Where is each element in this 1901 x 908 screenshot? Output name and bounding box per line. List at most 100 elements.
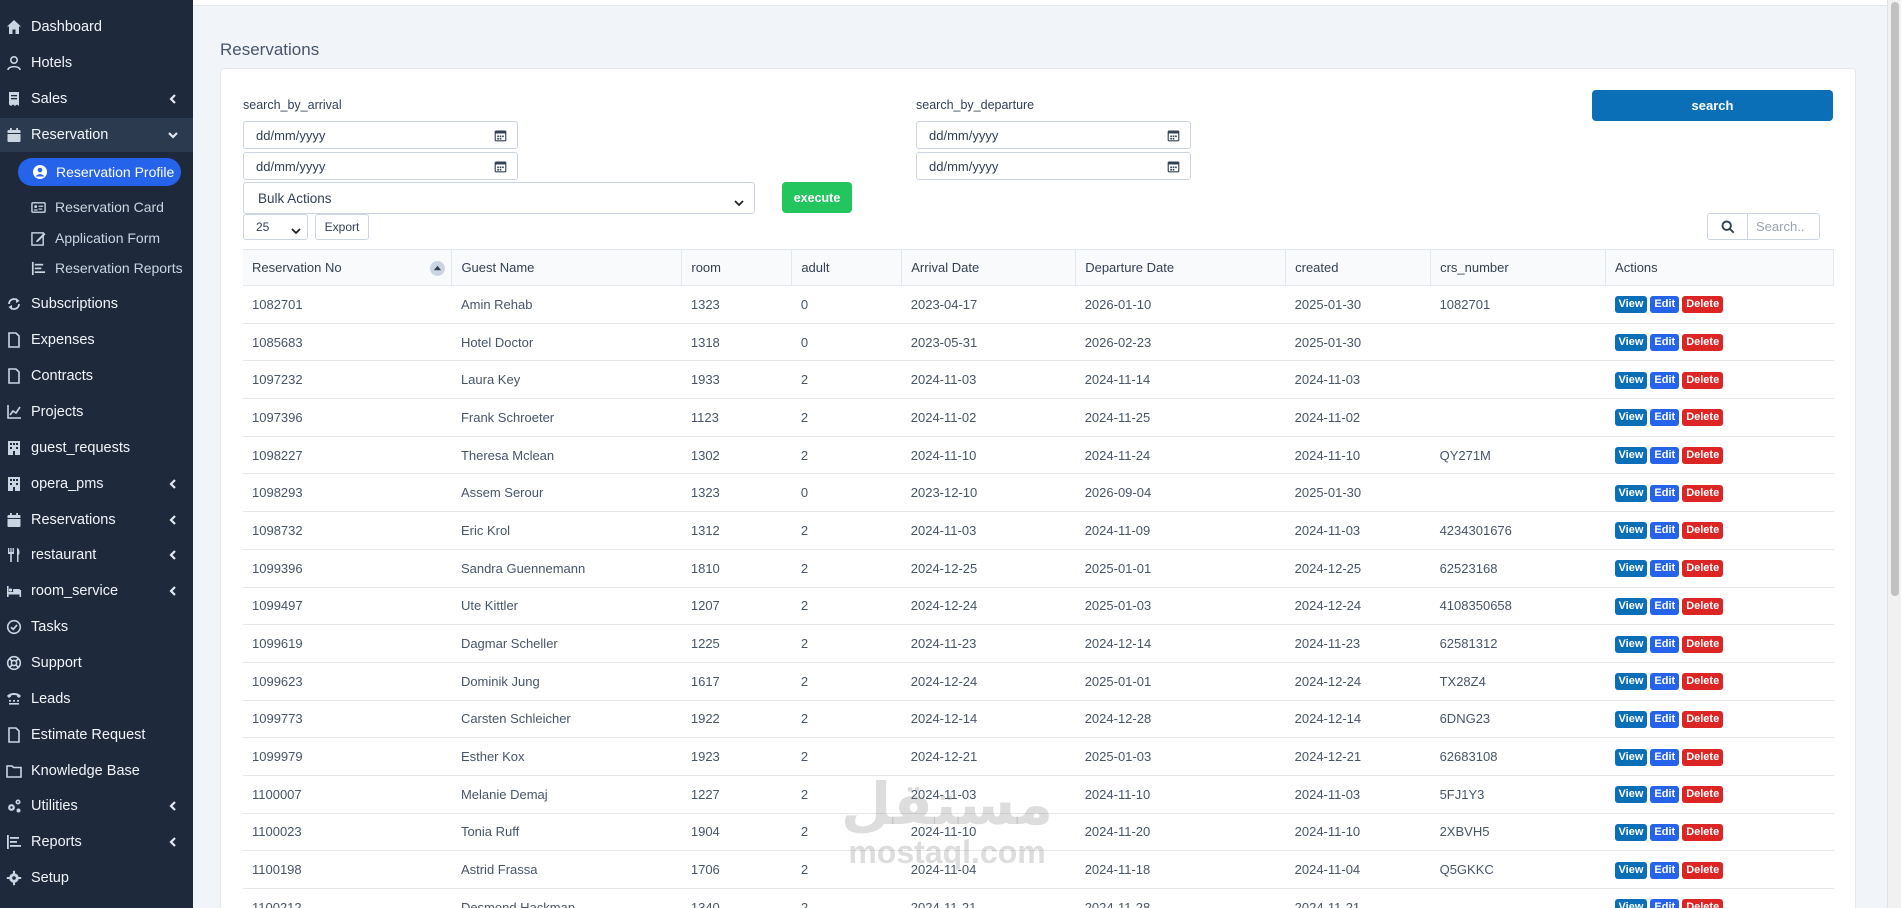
edit-button[interactable]: Edit (1650, 823, 1680, 841)
column-header-actions[interactable]: Actions (1605, 249, 1834, 286)
edit-button[interactable]: Edit (1650, 371, 1680, 389)
column-header-created[interactable]: created (1285, 249, 1432, 286)
sidebar-item-setup[interactable]: Setup (0, 861, 193, 895)
edit-button[interactable]: Edit (1650, 710, 1680, 728)
sort-asc-icon[interactable] (430, 261, 446, 276)
view-button[interactable]: View (1614, 710, 1648, 728)
search-icon[interactable] (1708, 214, 1748, 239)
delete-button[interactable]: Delete (1682, 635, 1724, 653)
delete-button[interactable]: Delete (1682, 786, 1724, 804)
edit-button[interactable]: Edit (1650, 409, 1680, 427)
delete-button[interactable]: Delete (1682, 560, 1724, 578)
execute-button[interactable]: execute (782, 182, 852, 213)
edit-button[interactable]: Edit (1650, 861, 1680, 879)
sidebar-item-leads[interactable]: Leads (0, 682, 193, 716)
view-button[interactable]: View (1614, 635, 1648, 653)
sidebar-item-reservations[interactable]: Reservations (0, 503, 193, 537)
sidebar-subitem-reservation-card[interactable]: Reservation Card (28, 193, 164, 221)
sidebar-subitem-reservation-profile[interactable]: Reservation Profile (18, 158, 181, 186)
edit-button[interactable]: Edit (1650, 484, 1680, 502)
column-header-room[interactable]: room (681, 249, 793, 286)
edit-button[interactable]: Edit (1650, 673, 1680, 691)
column-header-departure-date[interactable]: Departure Date (1075, 249, 1287, 286)
export-button[interactable]: Export (315, 214, 369, 240)
view-button[interactable]: View (1614, 447, 1648, 465)
edit-button[interactable]: Edit (1650, 560, 1680, 578)
view-button[interactable]: View (1614, 522, 1648, 540)
delete-button[interactable]: Delete (1682, 484, 1724, 502)
calendar-icon[interactable] (1167, 129, 1180, 142)
view-button[interactable]: View (1614, 409, 1648, 427)
view-button[interactable]: View (1614, 597, 1648, 615)
per-page-select[interactable]: 25 (243, 214, 308, 240)
sidebar-item-guest-requests[interactable]: guest_requests (0, 431, 193, 465)
view-button[interactable]: View (1614, 334, 1648, 352)
edit-button[interactable]: Edit (1650, 447, 1680, 465)
delete-button[interactable]: Delete (1682, 710, 1724, 728)
sidebar-item-subscriptions[interactable]: Subscriptions (0, 287, 193, 321)
arrival-to-input[interactable]: dd/mm/yyyy (243, 152, 518, 180)
delete-button[interactable]: Delete (1682, 861, 1724, 879)
search-button[interactable]: search (1592, 90, 1833, 121)
calendar-icon[interactable] (494, 129, 507, 142)
delete-button[interactable]: Delete (1682, 748, 1724, 766)
delete-button[interactable]: Delete (1682, 673, 1724, 691)
view-button[interactable]: View (1614, 296, 1648, 314)
delete-button[interactable]: Delete (1682, 371, 1724, 389)
sidebar-item-restaurant[interactable]: restaurant (0, 538, 193, 572)
sidebar-item-reports[interactable]: Reports (0, 825, 193, 859)
view-button[interactable]: View (1614, 861, 1648, 879)
calendar-icon[interactable] (1167, 160, 1180, 173)
sidebar-item-dashboard[interactable]: Dashboard (0, 10, 193, 44)
page-scrollbar[interactable] (1887, 0, 1901, 908)
delete-button[interactable]: Delete (1682, 597, 1724, 615)
sidebar-item-sales[interactable]: Sales (0, 82, 193, 116)
sidebar-item-projects[interactable]: Projects (0, 395, 193, 429)
bulk-actions-select[interactable]: Bulk Actions (243, 182, 755, 214)
edit-button[interactable]: Edit (1650, 748, 1680, 766)
edit-button[interactable]: Edit (1650, 334, 1680, 352)
column-header-arrival-date[interactable]: Arrival Date (901, 249, 1077, 286)
view-button[interactable]: View (1614, 786, 1648, 804)
edit-button[interactable]: Edit (1650, 635, 1680, 653)
sidebar-subitem-application-form[interactable]: Application Form (28, 224, 160, 252)
sidebar-item-reservation[interactable]: Reservation (0, 118, 193, 152)
column-header-adult[interactable]: adult (791, 249, 903, 286)
view-button[interactable]: View (1614, 899, 1648, 908)
edit-button[interactable]: Edit (1650, 522, 1680, 540)
sidebar-item-support[interactable]: Support (0, 646, 193, 680)
arrival-from-input[interactable]: dd/mm/yyyy (243, 121, 518, 149)
delete-button[interactable]: Delete (1682, 447, 1724, 465)
calendar-icon[interactable] (494, 160, 507, 173)
view-button[interactable]: View (1614, 673, 1648, 691)
delete-button[interactable]: Delete (1682, 409, 1724, 427)
delete-button[interactable]: Delete (1682, 899, 1724, 908)
departure-to-input[interactable]: dd/mm/yyyy (916, 152, 1191, 180)
departure-from-input[interactable]: dd/mm/yyyy (916, 121, 1191, 149)
sidebar-item-knowledge-base[interactable]: Knowledge Base (0, 754, 193, 788)
view-button[interactable]: View (1614, 823, 1648, 841)
scrollbar-thumb[interactable] (1891, 2, 1899, 596)
edit-button[interactable]: Edit (1650, 786, 1680, 804)
delete-button[interactable]: Delete (1682, 334, 1724, 352)
view-button[interactable]: View (1614, 560, 1648, 578)
search-input[interactable]: Search.. (1748, 214, 1804, 239)
sidebar-subitem-reservation-reports[interactable]: Reservation Reports (28, 254, 183, 282)
column-header-crs-number[interactable]: crs_number (1430, 249, 1607, 286)
delete-button[interactable]: Delete (1682, 296, 1724, 314)
edit-button[interactable]: Edit (1650, 899, 1680, 908)
delete-button[interactable]: Delete (1682, 823, 1724, 841)
column-header-reservation-no[interactable]: Reservation No (243, 249, 453, 286)
edit-button[interactable]: Edit (1650, 296, 1680, 314)
edit-button[interactable]: Edit (1650, 597, 1680, 615)
delete-button[interactable]: Delete (1682, 522, 1724, 540)
view-button[interactable]: View (1614, 484, 1648, 502)
view-button[interactable]: View (1614, 371, 1648, 389)
sidebar-item-opera-pms[interactable]: opera_pms (0, 467, 193, 501)
sidebar-item-hotels[interactable]: Hotels (0, 46, 193, 80)
sidebar-item-expenses[interactable]: Expenses (0, 323, 193, 357)
sidebar-item-room-service[interactable]: room_service (0, 574, 193, 608)
column-header-guest-name[interactable]: Guest Name (451, 249, 683, 286)
sidebar-item-estimate-request[interactable]: Estimate Request (0, 718, 193, 752)
sidebar-item-tasks[interactable]: Tasks (0, 610, 193, 644)
